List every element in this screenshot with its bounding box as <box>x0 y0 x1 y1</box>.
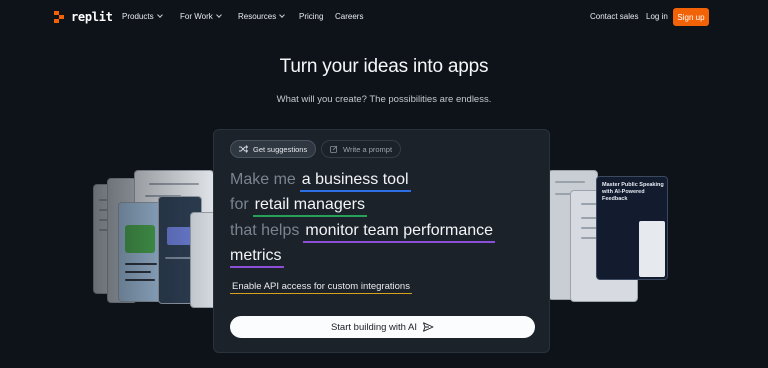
prompt-line-3: that helps monitor team performance <box>230 222 496 243</box>
prompt-prefix: for <box>230 196 249 213</box>
get-suggestions-label: Get suggestions <box>253 144 308 154</box>
prompt-value-purpose-cont[interactable]: metrics <box>230 247 284 268</box>
send-icon <box>423 322 434 332</box>
get-suggestions-chip[interactable]: Get suggestions <box>230 140 317 158</box>
hero-subtitle: What will you create? The possibilities … <box>276 94 492 105</box>
nav-careers[interactable]: Careers <box>335 12 363 21</box>
write-prompt-chip[interactable]: Write a prompt <box>321 140 402 158</box>
scrollbar[interactable] <box>764 0 768 368</box>
nav-pricing[interactable]: Pricing <box>299 12 323 21</box>
prompt-prefix: that helps <box>230 222 300 239</box>
edit-icon <box>330 145 338 153</box>
preview-card-title: Master Public Speaking with AI-Powered F… <box>602 182 664 202</box>
nav-resources[interactable]: Resources <box>238 12 286 21</box>
hero-title: Turn your ideas into apps <box>279 56 489 77</box>
nav-for-work-label: For Work <box>180 12 213 21</box>
nav-resources-label: Resources <box>238 12 277 21</box>
prompt-value-purpose[interactable]: monitor team performance <box>303 222 496 243</box>
write-prompt-label: Write a prompt <box>343 144 393 154</box>
prompt-panel: Get suggestions Write a prompt Make me a … <box>213 129 550 353</box>
prompt-prefix: Make me <box>230 171 296 188</box>
nav-login[interactable]: Log in <box>646 12 668 21</box>
chevron-down-icon <box>156 12 163 18</box>
replit-logo[interactable]: replit <box>54 10 113 24</box>
top-nav: replit Products For Work Resources Prici… <box>0 0 768 34</box>
start-building-label: Start building with AI <box>330 321 418 333</box>
nav-products-label: Products <box>122 12 154 21</box>
prompt-line-1: Make me a business tool <box>230 171 411 192</box>
start-building-button[interactable]: Start building with AI <box>230 316 535 338</box>
chevron-down-icon <box>215 12 222 18</box>
preview-card: Master Public Speaking with AI-Powered F… <box>596 176 668 280</box>
prompt-line-2: for retail managers <box>230 196 367 217</box>
signup-button[interactable]: Sign up <box>673 8 709 26</box>
prompt-line-4: metrics <box>230 247 284 268</box>
shuffle-icon <box>239 145 248 153</box>
replit-logo-icon <box>54 11 66 23</box>
chevron-down-icon <box>279 12 286 18</box>
brand-name: replit <box>71 10 113 24</box>
prompt-value-tool[interactable]: a business tool <box>299 171 411 192</box>
nav-for-work[interactable]: For Work <box>180 12 222 21</box>
nav-products[interactable]: Products <box>122 12 163 21</box>
prompt-value-audience[interactable]: retail managers <box>252 196 367 217</box>
nav-contact-sales[interactable]: Contact sales <box>590 12 638 21</box>
api-access-option[interactable]: Enable API access for custom integration… <box>230 281 412 294</box>
